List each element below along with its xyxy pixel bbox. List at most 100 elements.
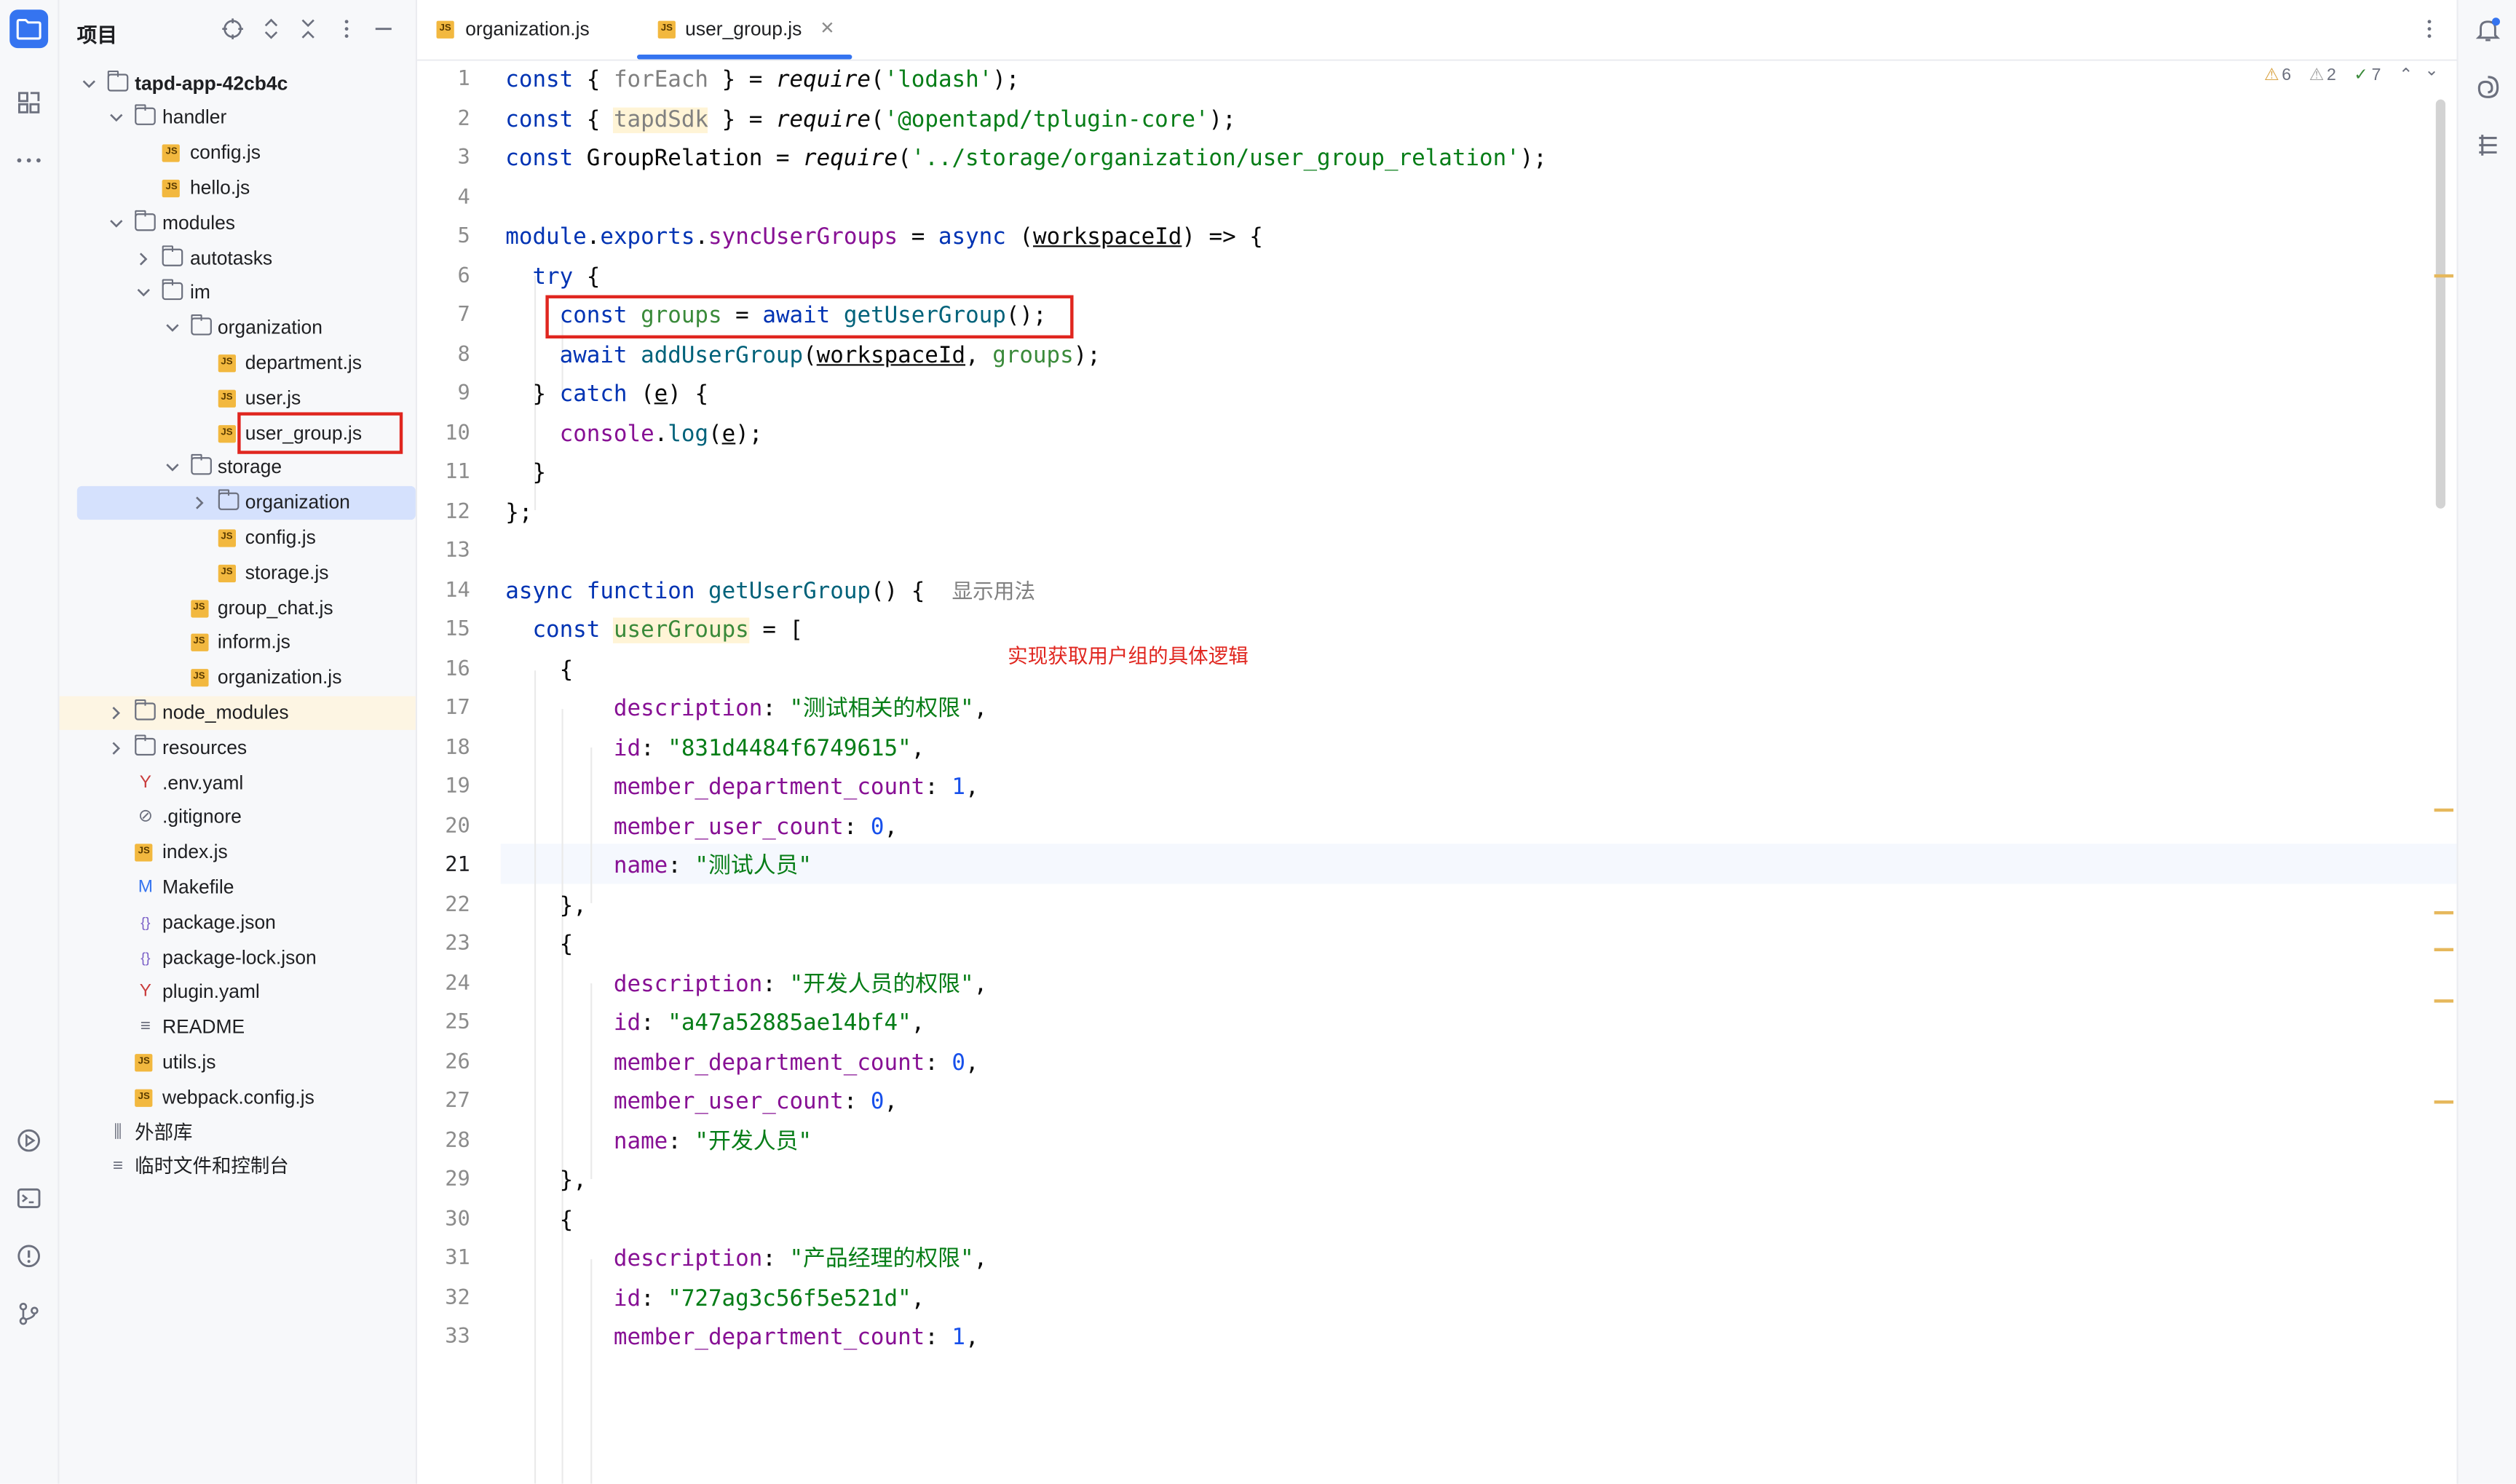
line-number: 4 xyxy=(457,185,470,210)
expand-all-icon[interactable] xyxy=(260,17,282,40)
tree-item-inform-js[interactable]: JS inform.js xyxy=(60,626,416,659)
tree-item-readme[interactable]: ≡ README xyxy=(60,1011,416,1044)
chevron-right-icon[interactable] xyxy=(109,741,124,755)
tree-item-node-modules[interactable]: node_modules xyxy=(59,696,416,730)
yaml-file-icon: Y xyxy=(139,772,151,792)
chevron-down-icon[interactable] xyxy=(165,461,179,475)
code-line-26: member_department_count: 0, xyxy=(613,1049,979,1076)
code-token: ); xyxy=(1073,342,1101,368)
tree-item-label: node_modules xyxy=(162,700,289,723)
close-tab-icon[interactable]: ✕ xyxy=(820,0,834,60)
tree-item-resources[interactable]: resources xyxy=(60,731,416,764)
tree-item-organization-js[interactable]: JS organization.js xyxy=(60,661,416,694)
tree-item-plugin-yaml[interactable]: Yplugin.yaml xyxy=(60,976,416,1009)
inspection-widget[interactable]: ⚠ 6 ⚠ 2 ✓ 7 ⌃ ⌄ xyxy=(2264,61,2440,95)
folder-icon xyxy=(135,210,157,231)
tree-item-department-js[interactable]: JS department.js xyxy=(60,346,416,380)
tab-options-icon[interactable] xyxy=(2418,17,2441,40)
code-line-30: { xyxy=(505,1201,574,1240)
chevron-down-icon[interactable] xyxy=(109,111,124,126)
chevron-down-icon[interactable] xyxy=(165,321,179,336)
line-number: 13 xyxy=(445,539,470,563)
tab-organization-js[interactable]: JS organization.js xyxy=(436,0,623,60)
ok-count: 7 xyxy=(2371,66,2381,85)
project-tool-icon[interactable] xyxy=(9,9,49,49)
tree-item-autotasks[interactable]: autotasks xyxy=(60,242,416,275)
tree-item-label: department.js xyxy=(245,351,363,374)
tree-item-organization[interactable]: organization xyxy=(60,312,416,345)
code-token: }, xyxy=(559,1167,587,1194)
code-line-21: name: "测试人员" xyxy=(613,853,812,879)
line-number: 32 xyxy=(445,1285,470,1310)
tree-item-label: package.json xyxy=(162,910,276,934)
tree-item-makefile[interactable]: M Makefile xyxy=(60,871,416,905)
tree-item-package-json[interactable]: {} package.json xyxy=(60,906,416,940)
more-tools-icon[interactable] xyxy=(9,141,48,180)
property: member_user_count xyxy=(613,1089,844,1115)
chevron-right-icon[interactable] xyxy=(137,251,151,266)
run-tool-icon[interactable] xyxy=(9,1122,48,1160)
chevron-down-icon[interactable] xyxy=(137,286,151,301)
code-token: } = xyxy=(708,106,776,132)
tree-item-package-lock-json[interactable]: {} package-lock.json xyxy=(60,941,416,975)
tree-item-webpack-config-js[interactable]: JS webpack.config.js xyxy=(60,1081,416,1114)
tree-item-user-js[interactable]: JS user.js xyxy=(60,381,416,415)
tree-item-tapd-app-42cb4c[interactable]: tapd-app-42cb4c xyxy=(60,66,416,100)
code-line-23: { xyxy=(505,926,574,965)
options-icon[interactable] xyxy=(336,17,358,40)
tree-item-config-js[interactable]: JS config.js xyxy=(60,521,416,555)
chevron-right-icon[interactable] xyxy=(109,706,124,721)
tree-item-label: README xyxy=(162,1015,245,1039)
identifier: module xyxy=(505,224,587,250)
terminal-tool-icon[interactable] xyxy=(9,1179,48,1218)
chevron-down-icon[interactable] xyxy=(82,76,96,91)
ai-assistant-icon[interactable] xyxy=(2475,74,2501,100)
chevron-up-icon[interactable]: ⌃ xyxy=(2399,66,2413,84)
tree-item-organization[interactable]: organization xyxy=(76,486,416,520)
chevron-down-icon[interactable]: ⌄ xyxy=(2424,61,2438,80)
chevron-right-icon[interactable] xyxy=(192,496,207,510)
hide-panel-icon[interactable] xyxy=(372,17,395,40)
tree-item-label: organization xyxy=(217,316,323,339)
tree-item-im[interactable]: im xyxy=(60,277,416,310)
tab-user-group-js[interactable]: JS user_group.js ✕ xyxy=(637,0,852,60)
collapse-all-icon[interactable] xyxy=(297,17,320,40)
tree-item-config-js[interactable]: JS config.js xyxy=(60,137,416,170)
tree-item-item[interactable]: ≡ 临时文件和控制台 xyxy=(60,1151,416,1184)
code-editor[interactable]: 1 2 3 4 5 6 7 8 9 10 11 12 13 14 15 16 17 18 19 20 21 22 23 24 2… xyxy=(417,60,2457,1484)
number-literal: 0 xyxy=(870,1089,885,1115)
tree-item-label: resources xyxy=(162,735,248,758)
makefile-icon: M xyxy=(138,877,153,897)
usages-inlay-hint[interactable]: 显示用法 xyxy=(952,579,1035,603)
tree-item-handler[interactable]: handler xyxy=(60,102,416,135)
git-tool-icon[interactable] xyxy=(9,1295,48,1333)
tree-item-env-yaml[interactable]: Y .env.yaml xyxy=(60,766,416,799)
tree-item-storage[interactable]: storage xyxy=(60,451,416,485)
property: id xyxy=(613,735,641,761)
code-token: () { xyxy=(870,578,925,604)
chevron-down-icon[interactable] xyxy=(109,216,124,231)
line-number: 18 xyxy=(445,735,470,760)
tree-item-hello-js[interactable]: JS hello.js xyxy=(60,172,416,205)
tree-item-index-js[interactable]: JS index.js xyxy=(60,836,416,870)
number-literal: 1 xyxy=(952,774,966,801)
tree-item-utils-js[interactable]: JS utils.js xyxy=(60,1046,416,1079)
code-token: { xyxy=(559,656,574,683)
tree-item-label: utils.js xyxy=(162,1050,216,1074)
notifications-bell-icon[interactable] xyxy=(2475,16,2501,43)
problems-tool-icon[interactable] xyxy=(9,1237,48,1275)
copilot-icon[interactable] xyxy=(2475,132,2501,159)
code-token: { xyxy=(573,263,601,290)
tree-item-item[interactable]: ⫼ 外部库 xyxy=(60,1116,416,1149)
locate-file-icon[interactable] xyxy=(221,17,244,40)
vertical-scrollbar[interactable] xyxy=(2435,99,2446,509)
tree-item-storage-js[interactable]: JS storage.js xyxy=(60,556,416,590)
tree-item-gitignore[interactable]: ⊘ .gitignore xyxy=(60,801,416,835)
js-file-icon: JS xyxy=(135,1053,153,1072)
structure-tool-icon[interactable] xyxy=(9,84,48,122)
tree-item-modules[interactable]: modules xyxy=(60,207,416,240)
tree-item-group-chat-js[interactable]: JS group_chat.js xyxy=(60,591,416,624)
line-number: 9 xyxy=(457,381,470,406)
folder-icon xyxy=(162,245,184,266)
code-token: , xyxy=(973,1246,988,1272)
